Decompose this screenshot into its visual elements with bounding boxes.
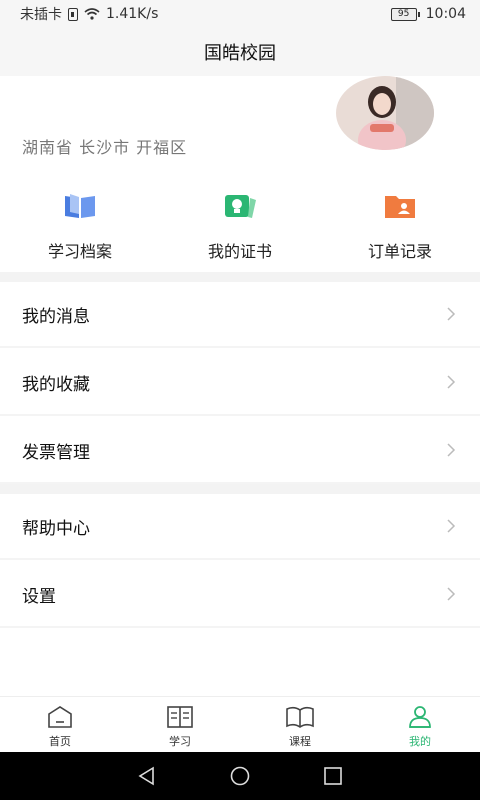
- quick-action-label: 我的证书: [207, 242, 272, 261]
- location-text: 湖南省 长沙市 开福区: [22, 138, 188, 157]
- quick-action-label: 学习档案: [47, 242, 112, 261]
- status-bar: 未插卡 1.41K/s 95 10:04: [0, 0, 480, 28]
- tab-course[interactable]: 课程: [240, 697, 360, 752]
- avatar[interactable]: [336, 76, 434, 150]
- quick-action-label: 订单记录: [367, 242, 432, 261]
- sim-icon: [68, 7, 78, 21]
- home-button-icon[interactable]: [228, 764, 252, 788]
- menu-item-label: 帮助中心: [22, 518, 90, 539]
- clock: 10:04: [425, 6, 466, 22]
- status-left: 未插卡 1.41K/s: [20, 4, 158, 24]
- menu-item-favorites[interactable]: 我的收藏: [0, 350, 480, 416]
- tab-profile[interactable]: 我的: [360, 697, 480, 752]
- back-icon[interactable]: [135, 764, 159, 788]
- wifi-icon: [84, 8, 100, 20]
- tab-home[interactable]: 首页: [0, 697, 120, 752]
- profile-section: 湖南省 长沙市 开福区: [0, 76, 480, 172]
- tab-label: 课程: [289, 735, 311, 748]
- tab-label: 首页: [49, 735, 71, 748]
- network-speed: 1.41K/s: [106, 6, 159, 22]
- title-bar: 国皓校园: [0, 28, 480, 76]
- section-divider: [0, 484, 480, 494]
- tab-label: 我的: [409, 735, 431, 748]
- chevron-right-icon: [447, 443, 456, 457]
- study-icon: [167, 706, 193, 728]
- bottom-tab-bar: 首页 学习 课程 我的: [0, 696, 480, 752]
- chevron-right-icon: [447, 375, 456, 389]
- course-icon: [286, 706, 314, 728]
- home-icon: [48, 706, 72, 728]
- menu-item-label: 设置: [22, 586, 56, 607]
- battery-icon: 95: [390, 7, 420, 21]
- menu-item-label: 我的收藏: [22, 374, 90, 395]
- certificate-icon: [225, 195, 256, 218]
- book-icon: [65, 194, 95, 218]
- chevron-right-icon: [447, 587, 456, 601]
- menu-item-label: 我的消息: [22, 306, 90, 327]
- menu-item-help[interactable]: 帮助中心: [0, 494, 480, 560]
- recents-icon[interactable]: [321, 764, 345, 788]
- battery-level: 95: [390, 7, 417, 21]
- tab-label: 学习: [169, 735, 191, 748]
- system-nav-bar: [0, 752, 480, 800]
- section-divider: [0, 272, 480, 282]
- menu-item-invoice[interactable]: 发票管理: [0, 418, 480, 484]
- menu-item-messages[interactable]: 我的消息: [0, 282, 480, 348]
- carrier-text: 未插卡: [20, 7, 62, 23]
- profile-icon: [409, 706, 431, 728]
- quick-action-study-record[interactable]: 学习档案: [0, 178, 160, 272]
- tab-study[interactable]: 学习: [120, 697, 240, 752]
- menu-item-label: 发票管理: [22, 442, 90, 463]
- chevron-right-icon: [447, 307, 456, 321]
- page-title: 国皓校园: [204, 43, 276, 64]
- quick-action-orders[interactable]: 订单记录: [320, 178, 480, 272]
- folder-user-icon: [385, 196, 415, 218]
- chevron-right-icon: [447, 519, 456, 533]
- quick-actions: 学习档案 我的证书 订单记录: [0, 178, 480, 272]
- menu-item-settings[interactable]: 设置: [0, 562, 480, 628]
- status-right: 95 10:04: [390, 6, 466, 22]
- quick-action-certificate[interactable]: 我的证书: [160, 178, 320, 272]
